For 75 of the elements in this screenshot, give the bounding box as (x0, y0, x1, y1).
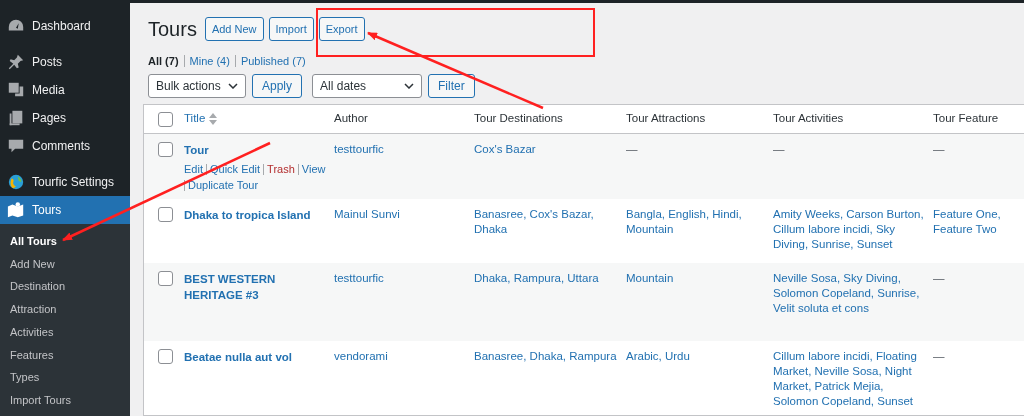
destinations-links[interactable]: Banasree, Dhaka, Rampura (474, 349, 618, 364)
apply-button[interactable]: Apply (252, 74, 303, 98)
column-header[interactable]: Title (184, 110, 206, 128)
view-filter-link[interactable]: Published (7) (240, 54, 306, 68)
row-action-link[interactable]: Edit (184, 161, 203, 177)
tour-title-link[interactable]: Tour (184, 142, 326, 158)
author-link[interactable]: Mainul Sunvi (334, 207, 466, 222)
empty-value: — (933, 271, 946, 286)
pushpin-icon (7, 53, 25, 71)
attractions-links[interactable]: Arabic, Urdu (626, 349, 765, 364)
activities-links[interactable]: Amity Weeks, Carson Burton, Cillum labore incidi, Sky Diving, Sunrise, Sunset (773, 207, 925, 252)
sidebar-item[interactable]: Tourfic Settings (0, 168, 130, 196)
tour-title-link[interactable]: Dhaka to tropica Island (184, 207, 326, 223)
dropdown-value: Bulk actions (156, 78, 221, 95)
attractions-links[interactable]: Mountain (626, 271, 765, 286)
activities-links[interactable]: Neville Sosa, Sky Diving, Solomon Copeland, Sunrise, Velit soluta et cons (773, 271, 925, 316)
media-icon (7, 81, 25, 99)
activities-links[interactable]: Cillum labore incidi, Floating Market, Neville Sosa, Night Market, Patrick Mejia, Solomon Copeland, Sunset (773, 349, 925, 409)
author-link[interactable]: testtourfic (334, 142, 466, 157)
sidebar-item[interactable]: Dashboard (0, 12, 130, 40)
header-button[interactable]: Import (268, 17, 314, 41)
sidebar-item[interactable]: Pages (0, 104, 130, 132)
column-header: Tour Activities (773, 111, 844, 127)
page-title: Tours (148, 17, 197, 41)
column-header: Author (334, 111, 368, 127)
submenu-item[interactable]: Attraction (0, 298, 130, 321)
checkbox[interactable] (158, 142, 173, 157)
submenu-item[interactable]: Types (0, 366, 130, 389)
submenu-item[interactable]: Activities (0, 320, 130, 344)
header-button[interactable]: Export (318, 17, 365, 41)
destinations-links[interactable]: Dhaka, Rampura, Uttara (474, 271, 618, 286)
checkbox[interactable] (158, 111, 173, 127)
submenu-item[interactable]: Features (0, 343, 130, 367)
features-links[interactable]: Feature One, Feature Two (933, 207, 1020, 237)
view-filter-link[interactable]: All (7) (148, 54, 179, 68)
empty-value: — (626, 142, 639, 157)
sidebar-item[interactable]: Posts (0, 48, 130, 76)
checkbox[interactable] (158, 271, 173, 286)
submenu-item[interactable]: Import Tours (0, 388, 130, 412)
submenu-item[interactable]: Add New (0, 252, 130, 276)
destinations-links[interactable]: Cox's Bazar (474, 142, 618, 157)
destinations-links[interactable]: Banasree, Cox's Bazar, Dhaka (474, 207, 618, 237)
empty-value: — (933, 142, 946, 157)
checkbox[interactable] (158, 207, 173, 222)
bulk-actions-dropdown[interactable]: Bulk actions (148, 74, 246, 98)
row-action-link[interactable]: Trash (267, 161, 295, 177)
tour-title-link[interactable]: BEST WESTERN HERITAGE #3 (184, 271, 326, 303)
author-link[interactable]: vendorami (334, 349, 466, 364)
submenu-item[interactable]: Destination (0, 275, 130, 299)
column-header: Tour Attractions (626, 111, 706, 127)
submenu-item[interactable]: All Tours (0, 230, 130, 253)
checkbox[interactable] (158, 349, 173, 364)
column-header: Tour Feature (933, 111, 999, 127)
author-link[interactable]: testtourfic (334, 271, 466, 286)
row-action-link[interactable]: Duplicate Tour (188, 177, 259, 193)
sort-icon[interactable] (209, 113, 218, 125)
empty-value: — (933, 349, 946, 364)
chevron-down-icon (404, 83, 415, 89)
sidebar-item[interactable]: Media (0, 76, 130, 104)
pages-icon (7, 109, 25, 127)
filter-button[interactable]: Filter (428, 74, 475, 98)
view-filter-link[interactable]: Mine (4) (189, 54, 230, 68)
chevron-down-icon (228, 83, 238, 89)
column-header: Tour Destinations (474, 111, 563, 127)
attractions-links[interactable]: Bangla, English, Hindi, Mountain (626, 207, 765, 237)
globe-icon (7, 173, 25, 191)
dropdown-value: All dates (320, 78, 367, 95)
sidebar-item[interactable]: Tours (0, 196, 130, 224)
header-button[interactable]: Add New (204, 17, 264, 41)
empty-value: — (773, 142, 786, 157)
map-icon (7, 201, 25, 219)
dates-dropdown[interactable]: All dates (312, 74, 423, 98)
sidebar-item[interactable]: Comments (0, 132, 130, 160)
row-action-link[interactable]: View (301, 161, 326, 177)
tour-title-link[interactable]: Beatae nulla aut vol (184, 349, 326, 365)
